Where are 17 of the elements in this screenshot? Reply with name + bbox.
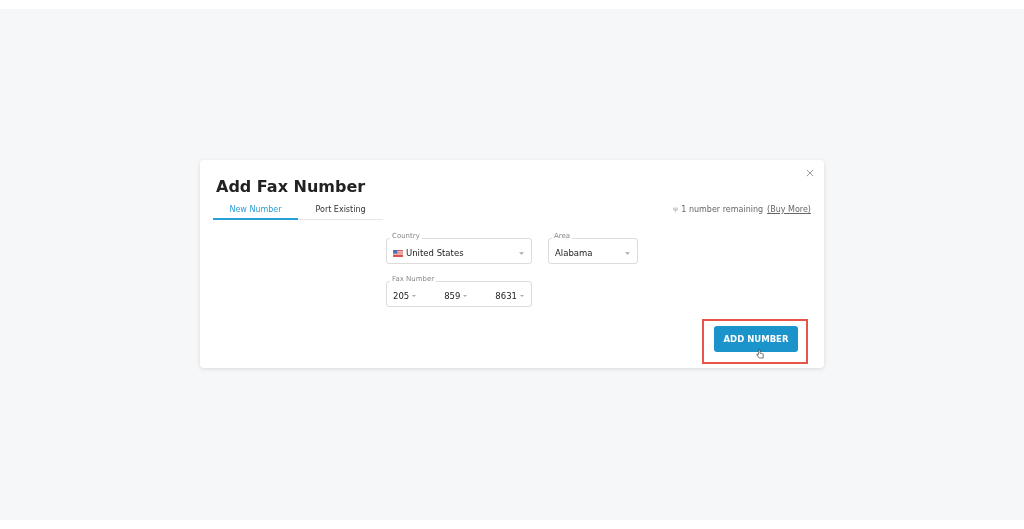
flag-icon (393, 249, 403, 257)
number-part-select[interactable]: 205 (393, 291, 417, 301)
area-select[interactable]: Alabama (548, 238, 638, 264)
dialog-title: Add Fax Number (215, 177, 367, 196)
tab[interactable]: Port Existing (298, 199, 383, 220)
caret-icon (463, 295, 468, 297)
hand-cursor-icon (756, 349, 764, 359)
number-part-select[interactable]: 8631 (495, 291, 524, 301)
remaining-text: 1 number remaining (681, 205, 764, 214)
close-icon[interactable] (806, 169, 814, 177)
caret-icon (519, 251, 524, 255)
caret-icon (520, 295, 524, 297)
country-select[interactable]: United States (386, 238, 532, 264)
buy-more-link[interactable]: (Buy More) (767, 205, 811, 214)
caret-icon (625, 251, 630, 255)
caret-icon (412, 295, 417, 297)
number-part-select[interactable]: 859 (444, 291, 468, 301)
